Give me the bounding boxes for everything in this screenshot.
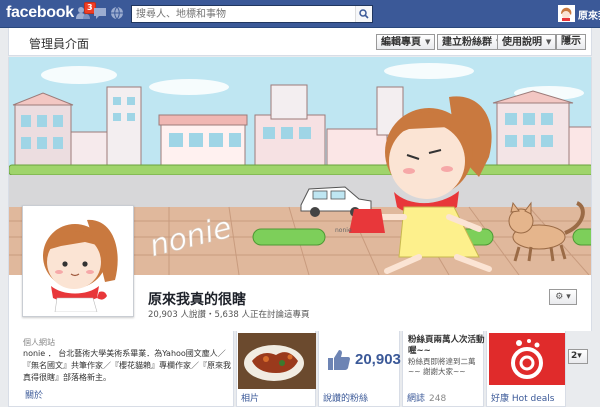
- photos-label: 相片: [241, 394, 260, 404]
- about-category: 個人網站: [23, 338, 55, 347]
- page-settings-button[interactable]: ⚙ ▾: [549, 289, 577, 305]
- notes-label: 網誌 248: [407, 394, 447, 404]
- about-description: nonie ． 台北藝術大學美術系畢業．為Yahoo國文塵人／『無名國文』共筆作…: [23, 349, 231, 382]
- notes-count: 248: [429, 394, 447, 404]
- page-stats: 20,903 人說讚・5,638 人正在討論這專頁: [148, 310, 310, 320]
- deals-label: 好康 Hot deals: [491, 394, 555, 404]
- friend-requests-icon[interactable]: 3: [76, 2, 96, 20]
- likes-tile[interactable]: 20,903 說讚的粉絲: [318, 331, 401, 407]
- messages-icon[interactable]: [93, 6, 107, 20]
- cover-small-mark: nonie: [335, 227, 352, 234]
- photos-tile[interactable]: 相片: [236, 331, 316, 407]
- facebook-logo[interactable]: facebook: [6, 4, 74, 22]
- likes-label: 說讚的粉絲: [323, 394, 369, 404]
- likes-count: 20,903: [355, 351, 401, 368]
- about-link[interactable]: 關於: [25, 388, 43, 401]
- user-name-link[interactable]: 原來我: [578, 7, 600, 22]
- search-input[interactable]: [132, 6, 356, 22]
- note-title: 粉絲頁兩萬人次活動喔~~: [408, 335, 485, 356]
- page-title[interactable]: 原來我真的很瞎: [148, 289, 246, 309]
- hot-deals-logo-icon: [489, 333, 565, 385]
- search-box: [131, 5, 373, 23]
- profile-picture[interactable]: [22, 205, 134, 317]
- gear-icon: ⚙ ▾: [555, 292, 571, 302]
- thumbs-up-icon: [328, 350, 350, 370]
- build-audience-button[interactable]: 建立粉絲群▼: [437, 34, 507, 50]
- admin-panel-header: 管理員介面 編輯專頁▼ 建立粉絲群▼ 使用說明▼ 隱示: [8, 28, 592, 56]
- help-button[interactable]: 使用說明 ▼: [497, 34, 557, 50]
- more-apps-button[interactable]: 2▾: [568, 349, 588, 364]
- chevron-down-icon: ▼: [546, 38, 552, 46]
- hide-admin-panel-button[interactable]: 隱示: [556, 34, 586, 50]
- search-icon: [359, 9, 369, 19]
- note-excerpt: 粉絲頁即將達到二萬~~ 謝謝大家~~: [408, 357, 476, 376]
- top-navigation-bar: facebook 3 原來我: [0, 0, 600, 28]
- notes-tile[interactable]: 粉絲頁兩萬人次活動喔~~ 粉絲頁即將達到二萬~~ 謝謝大家~~ 網誌 248: [402, 331, 485, 407]
- user-avatar[interactable]: [558, 5, 575, 22]
- notifications-globe-icon[interactable]: [110, 6, 124, 20]
- edit-page-button[interactable]: 編輯專頁 ▼: [376, 34, 436, 50]
- chevron-down-icon: ▼: [425, 38, 431, 46]
- search-button[interactable]: [355, 6, 372, 22]
- deals-tile[interactable]: 好康 Hot deals: [486, 331, 566, 407]
- admin-panel-title: 管理員介面: [29, 37, 90, 51]
